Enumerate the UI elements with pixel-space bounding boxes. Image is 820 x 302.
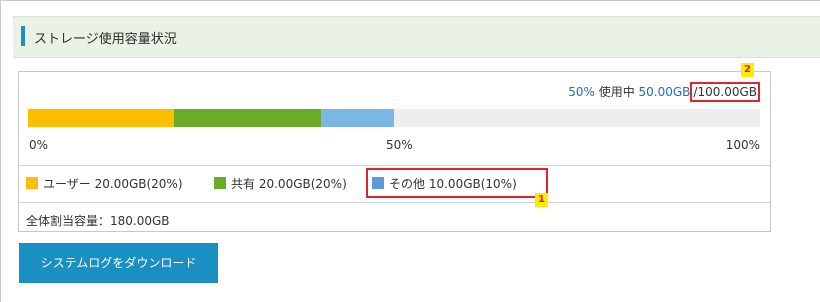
usage-used-value: 50.00GB: [638, 85, 691, 99]
legend-label-shared: 共有: [231, 177, 256, 191]
usage-bar-segment-shared: [174, 109, 321, 127]
legend-item-shared: 共有 20.00GB(20%): [214, 175, 347, 192]
usage-summary: 50% 使用中 50.00GB/100.00GB: [568, 82, 760, 102]
usage-bar-segment-other: [320, 109, 394, 127]
legend-swatch-user: [26, 177, 38, 189]
header-accent-bar: [21, 26, 25, 46]
legend-swatch-shared: [214, 177, 226, 189]
annotation-badge-1: 1: [535, 193, 548, 207]
usage-bar: [28, 109, 760, 127]
bar-tick-0: 0%: [29, 138, 49, 152]
legend-item-user: ユーザー 20.00GB(20%): [26, 175, 183, 192]
legend-value-user: 20.00GB(20%): [94, 177, 183, 191]
legend-highlight-box: [366, 168, 548, 198]
window-top-border: [0, 0, 820, 1]
legend: ユーザー 20.00GB(20%) 共有 20.00GB(20%) その他 10…: [19, 165, 770, 203]
usage-total-highlight: /100.00GB: [690, 82, 760, 102]
legend-label-user: ユーザー: [43, 177, 91, 191]
usage-bar-segment-user: [28, 109, 175, 127]
section-header: ストレージ使用容量状況: [13, 16, 820, 58]
download-system-log-button[interactable]: システムログをダウンロード: [19, 243, 218, 283]
annotation-badge-2: 2: [741, 63, 754, 77]
window-left-border: [0, 0, 1, 302]
bar-tick-100: 100%: [725, 138, 760, 152]
storage-panel: 50% 使用中 50.00GB/100.00GB 0% 50% 100% ユーザ…: [18, 71, 771, 232]
usage-in-use-label: 使用中: [598, 85, 635, 99]
total-allocation: 全体割当容量：180.00GB: [26, 214, 170, 228]
usage-total-value: 100.00GB: [697, 85, 757, 99]
usage-percent: 50%: [568, 85, 595, 99]
legend-value-shared: 20.00GB(20%): [258, 177, 347, 191]
bar-tick-50: 50%: [386, 138, 413, 152]
section-title: ストレージ使用容量状況: [34, 32, 177, 47]
